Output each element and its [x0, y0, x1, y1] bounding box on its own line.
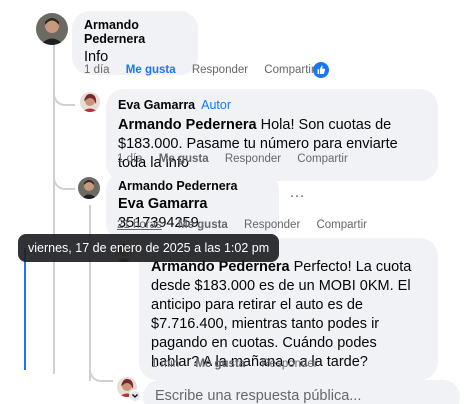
- profile-switch-icon[interactable]: [129, 390, 141, 402]
- comment-time[interactable]: 1 día: [117, 153, 143, 165]
- like-button[interactable]: Me gusta: [126, 64, 176, 76]
- share-button[interactable]: Compartir: [316, 219, 366, 231]
- timestamp-tooltip: viernes, 17 de enero de 2025 a las 1:02 …: [18, 234, 280, 262]
- comment-time[interactable]: 1 día: [84, 64, 110, 76]
- reply-button[interactable]: Responder: [192, 64, 248, 76]
- thread-curve-2: [53, 168, 75, 190]
- thread-curve-3: [89, 362, 113, 382]
- comment-text: Armando Pedernera Perfecto! La cuota des…: [151, 258, 426, 372]
- comment-time[interactable]: 21 horas: [117, 219, 162, 231]
- thread-curve-1: [53, 86, 75, 106]
- thread-highlight-line: [24, 248, 26, 370]
- more-options-icon[interactable]: …: [289, 184, 306, 202]
- share-button[interactable]: Compartir: [297, 153, 347, 165]
- reply-input[interactable]: Escribe una respuesta pública...: [143, 380, 460, 404]
- avatar-eva[interactable]: [80, 92, 100, 112]
- comment-author[interactable]: Armando Pedernera: [84, 18, 186, 46]
- author-badge: Autor: [201, 98, 232, 112]
- comment-time[interactable]: 1 min: [151, 358, 179, 370]
- mention-link[interactable]: Eva Gamarra: [118, 196, 207, 212]
- reply-button[interactable]: Responder: [261, 358, 317, 370]
- avatar-armando[interactable]: [36, 13, 68, 45]
- comment-bubble-2: Eva Gamarra Autor Armando Pedernera Hola!…: [106, 89, 438, 181]
- comment-actions-1: 1 día Me gusta Responder Compartir: [84, 64, 328, 76]
- reply-button[interactable]: Responder: [225, 153, 281, 165]
- mention-link[interactable]: Armando Pedernera: [118, 117, 257, 133]
- share-button[interactable]: Compartir: [264, 64, 314, 76]
- like-button[interactable]: Me gusta: [159, 153, 209, 165]
- like-button[interactable]: Me gusta: [195, 358, 245, 370]
- comment-actions-2: 1 día Me gusta Responder Compartir: [117, 153, 361, 165]
- comment-header: Eva Gamarra Autor: [118, 96, 426, 114]
- comment-body: Perfecto! La cuota desde $183.000 es de …: [151, 259, 412, 370]
- comment-author[interactable]: Armando Pedernera: [118, 179, 267, 193]
- comment-actions-4: 1 min Me gusta Responder: [151, 358, 331, 370]
- thread-line-sub: [89, 205, 91, 381]
- avatar-armando[interactable]: [78, 177, 100, 199]
- comment-actions-3: 21 horas Me gusta Responder Compartir: [117, 219, 380, 231]
- like-reaction-icon[interactable]: [313, 62, 329, 78]
- reply-button[interactable]: Responder: [244, 219, 300, 231]
- like-button[interactable]: Me gusta: [178, 219, 228, 231]
- comment-author[interactable]: Eva Gamarra: [118, 98, 195, 112]
